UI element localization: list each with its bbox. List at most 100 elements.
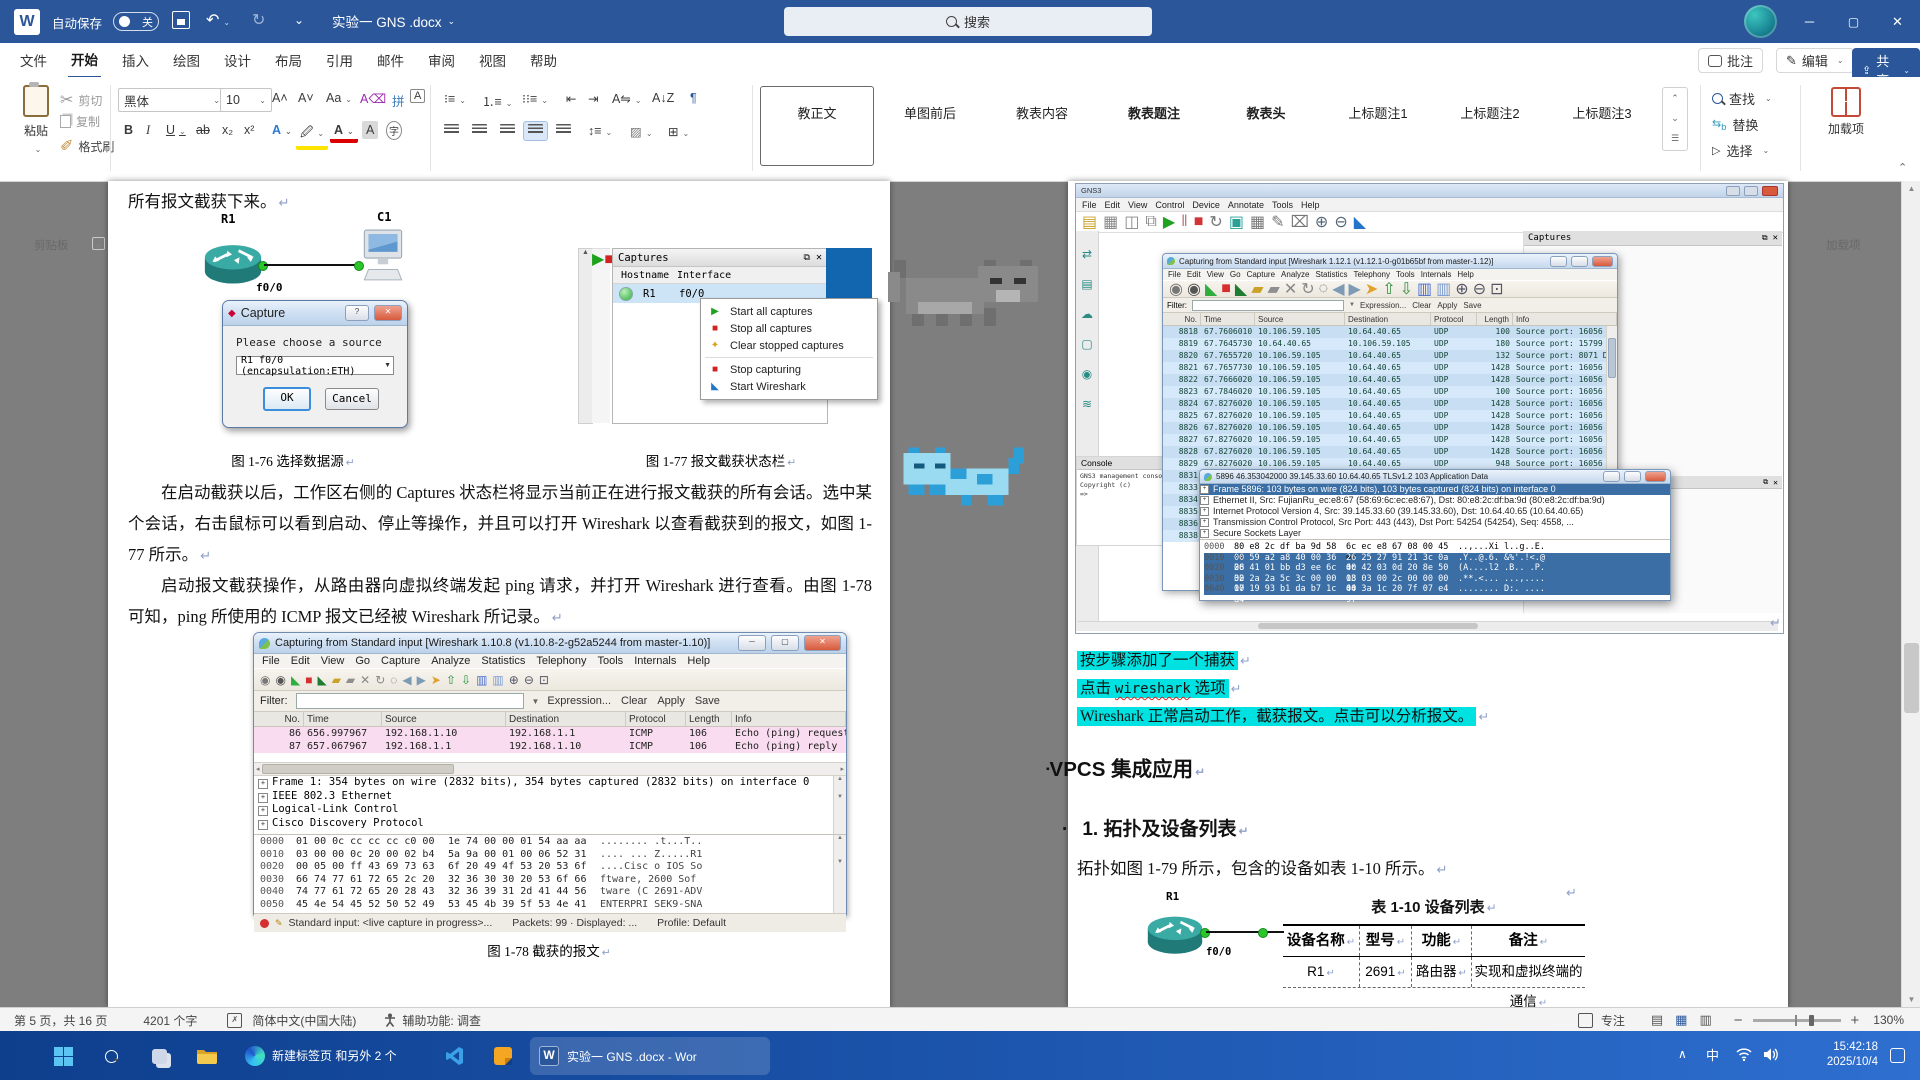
show-marks-icon[interactable]: ¶: [686, 89, 701, 107]
toolbar-icon[interactable]: ↻: [1209, 212, 1222, 232]
select-button[interactable]: ▷选择⌄: [1712, 141, 1769, 160]
align-right-icon[interactable]: [496, 122, 519, 140]
column-header[interactable]: Protocol: [1431, 313, 1477, 325]
toolbar-icon[interactable]: ➤: [1365, 279, 1378, 299]
toolbar-icon[interactable]: ‖: [1181, 213, 1188, 231]
scroll-thumb[interactable]: [1904, 643, 1919, 713]
toolbar-icon[interactable]: ▣: [1229, 212, 1244, 232]
toolbar-icon[interactable]: ⌧: [1290, 212, 1308, 232]
wifi-icon[interactable]: [1736, 1048, 1752, 1061]
change-case-icon[interactable]: Aa⌄: [322, 89, 356, 107]
detail-line[interactable]: +Internet Protocol Version 4, Src: 39.14…: [1200, 506, 1670, 517]
toolbar-icon[interactable]: ▥: [492, 674, 503, 686]
close-button[interactable]: [1762, 186, 1778, 196]
scrollbar[interactable]: ▲▼: [833, 776, 846, 834]
toolbar-icon[interactable]: ⊖: [524, 674, 534, 686]
menu-item[interactable]: Edit: [1105, 200, 1121, 210]
close-panel-icon[interactable]: ✕: [1773, 233, 1778, 243]
toolbar-icon[interactable]: ◣: [291, 674, 300, 686]
strikethrough-icon[interactable]: ab: [192, 121, 214, 139]
context-menu-item[interactable]: ◣ Start Wireshark: [701, 378, 877, 395]
zoom-level[interactable]: 130%: [1873, 1013, 1904, 1027]
column-header[interactable]: Destination: [1345, 313, 1431, 325]
menu-item[interactable]: Device: [1192, 200, 1220, 210]
superscript-icon[interactable]: x²: [240, 121, 258, 139]
scrollbar[interactable]: ▲: [578, 248, 593, 424]
tray-overflow-icon[interactable]: ∧: [1678, 1047, 1687, 1061]
menu-item[interactable]: Statistics: [481, 655, 525, 667]
capture-dialog-titlebar[interactable]: ◆ Capture ? ✕: [223, 301, 407, 326]
style-item[interactable]: 上标题注2: [1434, 87, 1546, 165]
ribbon-tab[interactable]: 设计: [221, 43, 254, 77]
toolbar-icon[interactable]: ■: [1194, 213, 1204, 231]
packet-row[interactable]: 8819 67.7645730 10.64.40.65 10.106.59.10…: [1163, 338, 1617, 350]
document-scrollbar[interactable]: ▲ ▼: [1901, 181, 1920, 1007]
web-layout-icon[interactable]: ▥: [1699, 1012, 1711, 1028]
decrease-indent-icon[interactable]: ⇤: [562, 89, 580, 108]
context-menu-item[interactable]: ✦ Clear stopped captures: [701, 337, 877, 354]
toolbar-icon[interactable]: ⧉: [1145, 213, 1156, 231]
close-button[interactable]: ✕: [1876, 0, 1919, 43]
filter-link[interactable]: Expression...: [1360, 301, 1406, 310]
menu-item[interactable]: Internals: [634, 655, 676, 667]
detail-line[interactable]: +Transmission Control Protocol, Src Port…: [1200, 517, 1670, 528]
redo-icon[interactable]: ↻: [252, 10, 265, 30]
source-select[interactable]: R1 f0/0 (encapsulation:ETH) ▼: [236, 356, 394, 375]
toolbar-icon[interactable]: ▦: [1103, 212, 1118, 232]
toolbar-icon[interactable]: ◫: [1124, 212, 1139, 232]
cut-button[interactable]: ✂剪切: [60, 90, 102, 110]
document-title[interactable]: 实验一 GNS .docx⌄: [332, 11, 455, 31]
detail-line[interactable]: +Secure Sockets Layer: [1200, 528, 1670, 539]
cancel-button[interactable]: Cancel: [325, 388, 379, 410]
toolbar-icon[interactable]: ▥: [1417, 279, 1432, 299]
toolbar-icon[interactable]: ⇧: [446, 674, 456, 686]
toolbar-icon[interactable]: ◌: [1319, 280, 1329, 298]
distribute-icon[interactable]: [552, 122, 575, 140]
style-item[interactable]: 教正文: [760, 86, 874, 166]
italic-icon[interactable]: I: [142, 121, 154, 140]
toolbar-icon[interactable]: ⊖: [1334, 212, 1347, 232]
packet-row[interactable]: 8820 67.7655720 10.106.59.105 10.64.40.6…: [1163, 350, 1617, 362]
toolbar-icon[interactable]: ✕: [360, 674, 370, 686]
clock[interactable]: 15:42:18 2025/10/4: [1798, 1040, 1878, 1070]
edge-tab-label[interactable]: 新建标签页 和另外 2 个: [272, 1047, 397, 1064]
bullets-icon[interactable]: ⁝≡⌄: [440, 89, 470, 108]
toolbar-icon[interactable]: ◣: [1235, 279, 1247, 299]
toolbar-icon[interactable]: ⊕: [1315, 212, 1328, 232]
page-indicator[interactable]: 第 5 页，共 16 页: [14, 1012, 107, 1029]
device-icon[interactable]: ▤: [1076, 277, 1098, 291]
notes-app-button[interactable]: [486, 1039, 520, 1073]
word-taskbar-button[interactable]: W 实验一 GNS .docx - Wor: [530, 1037, 770, 1075]
packet-row[interactable]: 8823 67.7846020 10.106.59.105 10.64.40.6…: [1163, 386, 1617, 398]
column-header[interactable]: Length: [1477, 313, 1513, 325]
toolbar-icon[interactable]: ⇩: [461, 674, 471, 686]
menu-item[interactable]: File: [1168, 270, 1181, 279]
toolbar-icon[interactable]: ◉: [1187, 279, 1201, 299]
align-center-icon[interactable]: [468, 122, 491, 140]
filter-link[interactable]: Expression...: [547, 695, 611, 707]
scroll-down-icon[interactable]: ▼: [1902, 995, 1920, 1004]
menu-item[interactable]: Analyze: [431, 655, 470, 667]
detail-line[interactable]: +Logical-Link Control: [254, 803, 846, 817]
toolbar-icon[interactable]: ⊕: [509, 674, 519, 686]
justify-icon[interactable]: [524, 122, 547, 140]
comments-button[interactable]: 批注: [1698, 48, 1763, 73]
maximize-button[interactable]: ▢: [1832, 0, 1875, 43]
ime-indicator[interactable]: 中: [1706, 1045, 1719, 1064]
multilevel-list-icon[interactable]: ⁝⁝≡⌄: [518, 89, 552, 108]
clipboard-launcher-icon[interactable]: ⌟: [92, 237, 105, 250]
edge-browser-button[interactable]: [238, 1039, 272, 1073]
minimize-button[interactable]: [1550, 256, 1567, 267]
zoom-in-button[interactable]: +: [1851, 1012, 1860, 1029]
column-header[interactable]: Destination: [506, 712, 626, 726]
highlight-color-icon[interactable]: 🖉⌄: [296, 121, 328, 150]
word-count[interactable]: 4201 个字: [143, 1012, 197, 1029]
computer-icon[interactable]: [362, 228, 404, 284]
scroll-thumb[interactable]: [1258, 623, 1478, 629]
toolbar-icon[interactable]: ◣: [1354, 212, 1366, 232]
zoom-slider[interactable]: [1753, 1019, 1841, 1022]
vscode-button[interactable]: [438, 1039, 472, 1073]
styles-gallery-scroll[interactable]: ⌃⌄☰: [1662, 87, 1688, 151]
toolbar-icon[interactable]: ◀: [402, 674, 411, 686]
read-mode-icon[interactable]: ▤: [1651, 1012, 1663, 1028]
